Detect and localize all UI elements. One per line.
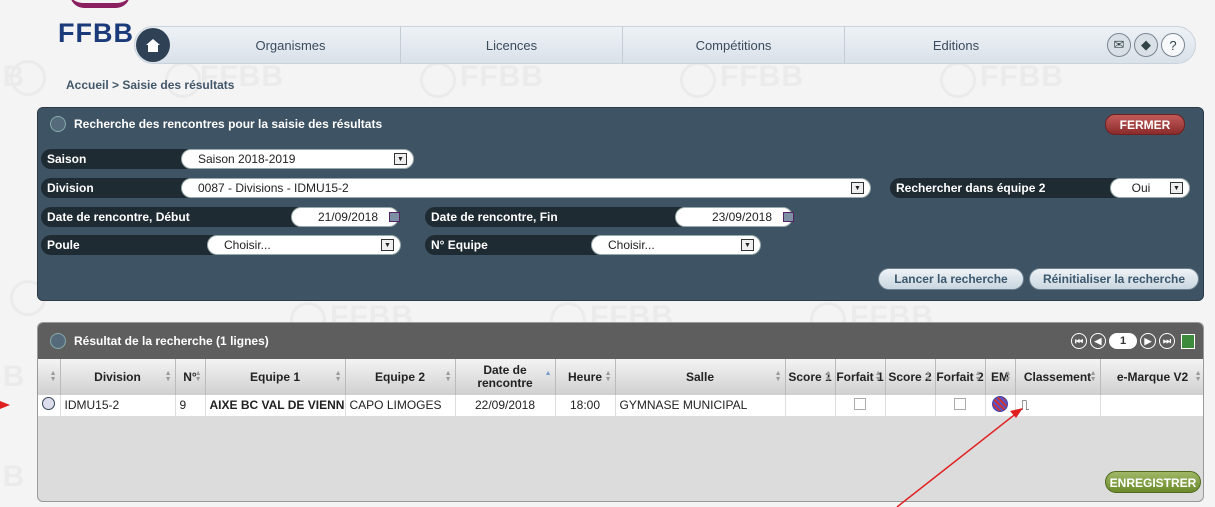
emarque-icon[interactable] (992, 395, 1008, 412)
poule-value: Choisir... (224, 238, 271, 252)
date-fin-label: Date de rencontre, Fin (425, 207, 685, 227)
last-page-icon[interactable]: ⏭ (1159, 333, 1175, 349)
cell-date: 22/09/2018 (455, 395, 556, 417)
chevron-down-icon: ▼ (851, 182, 864, 194)
save-button[interactable]: ENREGISTRER (1105, 471, 1201, 493)
cell-equipe2: CAPO LIMOGES (345, 395, 456, 417)
col-division[interactable]: Division ▲ ▼ (60, 359, 176, 395)
col-score2[interactable]: Score 2 ▲ ▼ (885, 359, 936, 395)
col-date[interactable]: Date de rencontre ▲ (455, 359, 556, 395)
poule-label: Poule (41, 235, 217, 255)
panel-logo-icon (50, 333, 66, 349)
chevron-down-icon: ▼ (394, 153, 407, 165)
ffbb-logo[interactable]: FFBB (58, 18, 134, 49)
chevron-down-icon: ▼ (381, 239, 394, 251)
saison-select[interactable]: Saison 2018-2019 ▼ (181, 149, 414, 169)
date-fin-input[interactable]: 23/09/2018 (675, 207, 794, 227)
col-num[interactable]: N° ▲ ▼ (175, 359, 206, 395)
equipe2-value: Oui (1131, 181, 1151, 195)
division-select[interactable]: 0087 - Divisions - IDMU15-2 ▼ (181, 178, 871, 198)
results-table: ▲ ▼ Division ▲ ▼ N° ▲ ▼ Equipe 1 ▲ ▼ Equipe 2 ▲ ▼… (38, 359, 1203, 417)
col-score1[interactable]: Score 1 ▲ ▼ (785, 359, 836, 395)
results-panel: Résultat de la recherche (1 lignes) ⏮ ◀ … (37, 322, 1204, 502)
cell-forfait2[interactable] (935, 395, 986, 417)
col-em[interactable]: EM ▲ ▼ (985, 359, 1016, 395)
next-page-icon[interactable]: ▶ (1140, 333, 1156, 349)
chevron-down-icon: ▼ (1170, 182, 1183, 194)
home-button[interactable] (136, 28, 170, 62)
cell-score1[interactable] (785, 395, 836, 417)
row-detail-icon[interactable] (42, 397, 55, 411)
cell-division: IDMU15-2 (60, 395, 176, 417)
col-forfait2[interactable]: Forfait 2 ▲ ▼ (935, 359, 986, 395)
cell-heure: 18:00 (555, 395, 616, 417)
equipe2-label: Rechercher dans équipe 2 (890, 178, 1120, 198)
col-equipe1[interactable]: Equipe 1 ▲ ▼ (205, 359, 346, 395)
col-classement[interactable]: Classement ▲ ▼ (1015, 359, 1101, 395)
poule-select[interactable]: Choisir... ▼ (207, 235, 401, 255)
row-select-cell[interactable] (38, 395, 61, 417)
cell-forfait1[interactable] (835, 395, 886, 417)
prev-page-icon[interactable]: ◀ (1090, 333, 1106, 349)
date-fin-value: 23/09/2018 (711, 210, 772, 224)
search-panel: Recherche des rencontres pour la saisie … (37, 107, 1204, 301)
col-equipe2[interactable]: Equipe 2 ▲ ▼ (345, 359, 456, 395)
saison-label: Saison (41, 149, 191, 169)
nav-organismes[interactable]: Organismes (181, 27, 401, 63)
cell-em[interactable] (985, 395, 1016, 417)
col-forfait1[interactable]: Forfait 1 ▲ ▼ (835, 359, 886, 395)
forfait1-checkbox[interactable] (854, 397, 866, 410)
table-row[interactable]: IDMU15-2 9 AIXE BC VAL DE VIENNE CAPO LI… (38, 395, 1203, 417)
search-button[interactable]: Lancer la recherche (878, 268, 1024, 290)
nav-licences[interactable]: Licences (401, 27, 623, 63)
num-equipe-label: N° Equipe (425, 235, 601, 255)
first-page-icon[interactable]: ⏮ (1071, 333, 1087, 349)
current-page[interactable]: 1 (1109, 333, 1137, 349)
chevron-down-icon: ▼ (741, 239, 754, 251)
nav-competitions[interactable]: Compétitions (623, 27, 845, 63)
division-label: Division (41, 178, 191, 198)
results-title: Résultat de la recherche (1 lignes) (74, 334, 269, 348)
cell-equipe1: AIXE BC VAL DE VIENNE (205, 395, 346, 417)
top-navigation: Organismes Licences Compétitions Edition… (134, 26, 1196, 64)
reset-button[interactable]: Réinitialiser la recherche (1029, 268, 1199, 290)
excel-export-icon[interactable] (1181, 333, 1195, 349)
forfait2-checkbox[interactable] (954, 397, 966, 410)
calendar-icon[interactable] (783, 212, 794, 222)
cell-classement[interactable]: ⎍ (1015, 395, 1101, 417)
logo-arc (70, 0, 130, 8)
cell-num: 9 (175, 395, 206, 417)
division-value: 0087 - Divisions - IDMU15-2 (198, 181, 349, 195)
date-debut-input[interactable]: 21/09/2018 (291, 207, 400, 227)
annotation-arrow-left (0, 401, 10, 409)
classement-icon[interactable]: ⎍ (1020, 397, 1030, 413)
date-debut-label: Date de rencontre, Début (41, 207, 301, 227)
saison-value: Saison 2018-2019 (198, 152, 296, 166)
mail-icon[interactable]: ✉ (1107, 33, 1131, 57)
home-icon (146, 38, 160, 52)
col-salle[interactable]: Salle ▲ ▼ (615, 359, 786, 395)
cell-emarque-v2 (1100, 395, 1203, 417)
calendar-icon[interactable] (389, 212, 400, 222)
num-equipe-value: Choisir... (608, 238, 655, 252)
cell-salle: GYMNASE MUNICIPAL (615, 395, 786, 417)
search-panel-title: Recherche des rencontres pour la saisie … (74, 117, 383, 131)
cell-score2[interactable] (885, 395, 936, 417)
col-heure[interactable]: Heure ▲ ▼ (555, 359, 616, 395)
nav-editions[interactable]: Editions (845, 27, 1067, 63)
date-debut-value: 21/09/2018 (317, 210, 378, 224)
num-equipe-select[interactable]: Choisir... ▼ (591, 235, 761, 255)
help-icon[interactable]: ? (1161, 33, 1185, 57)
col-emarque[interactable]: e-Marque V2 ▲ ▼ (1100, 359, 1203, 395)
breadcrumb: Accueil > Saisie des résultats (66, 78, 235, 92)
pagination: ⏮ ◀ 1 ▶ ⏭ (1071, 333, 1195, 349)
equipe2-select[interactable]: Oui ▼ (1110, 178, 1190, 198)
close-button[interactable]: FERMER (1105, 114, 1185, 135)
panel-logo-icon (50, 116, 66, 132)
col-select: ▲ ▼ (38, 359, 61, 395)
book-icon[interactable]: ◆ (1134, 33, 1158, 57)
